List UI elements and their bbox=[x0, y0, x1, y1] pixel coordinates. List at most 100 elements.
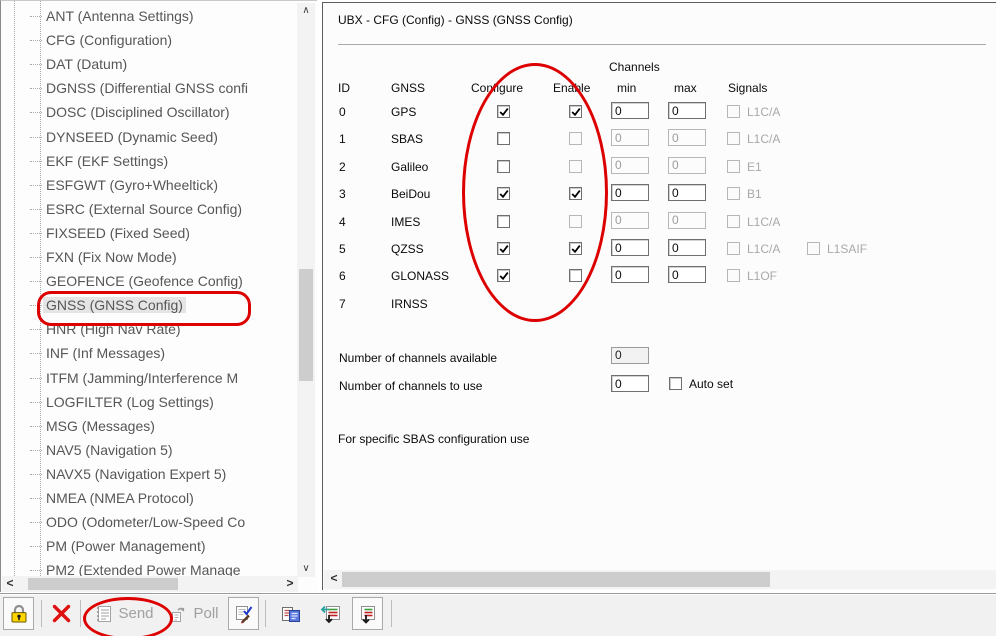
col-header-max: max bbox=[674, 81, 697, 95]
enable-checkbox-galileo bbox=[569, 160, 582, 173]
auto-set-checkbox[interactable] bbox=[669, 377, 682, 390]
toolbar-separator bbox=[391, 600, 392, 627]
enable-checkbox-qzss[interactable] bbox=[569, 242, 582, 255]
tree-item-esfgwt[interactable]: ESFGWT (Gyro+Wheeltick) bbox=[43, 173, 221, 197]
tree-item-odo[interactable]: ODO (Odometer/Low-Speed Co bbox=[43, 510, 248, 534]
customize-messages-button[interactable] bbox=[228, 597, 259, 630]
col-header-signals: Signals bbox=[728, 81, 767, 95]
max-channels-input-qzss[interactable] bbox=[668, 239, 706, 256]
tree-item-esrc[interactable]: ESRC (External Source Config) bbox=[43, 197, 245, 221]
tree-item-fxn[interactable]: FXN (Fix Now Mode) bbox=[43, 245, 180, 269]
signal-checkbox-l1of-glonass bbox=[727, 269, 740, 282]
channels-available-value: 0 bbox=[611, 347, 649, 364]
tree-item-label: LOGFILTER (Log Settings) bbox=[43, 394, 217, 410]
table-panel-icon bbox=[357, 603, 379, 625]
poll-icon bbox=[169, 604, 189, 624]
import-table-button[interactable] bbox=[315, 597, 347, 630]
tree-item-dosc[interactable]: DOSC (Disciplined Oscillator) bbox=[43, 100, 233, 124]
gnss-row-id: 3 bbox=[339, 187, 346, 201]
tree-item-label: DAT (Datum) bbox=[43, 56, 130, 72]
scroll-up-icon[interactable]: ∧ bbox=[297, 3, 315, 19]
min-channels-input-sbas bbox=[611, 129, 649, 146]
toggle-panel-button[interactable] bbox=[352, 597, 383, 630]
tree-vertical-scrollbar[interactable]: ∧ ∨ bbox=[297, 3, 315, 577]
enable-checkbox-imes bbox=[569, 215, 582, 228]
panel-horizontal-scrollbar[interactable]: < bbox=[324, 570, 996, 589]
toolbar-separator bbox=[265, 600, 266, 627]
signal-label: L1C/A bbox=[747, 215, 780, 229]
channels-to-use-input[interactable] bbox=[611, 375, 649, 392]
tree-item-gnss[interactable]: GNSS (GNSS Config) bbox=[43, 293, 186, 317]
scroll-right-icon[interactable]: > bbox=[282, 576, 298, 592]
configure-checkbox-qzss[interactable] bbox=[497, 242, 510, 255]
gnss-row-name: Galileo bbox=[391, 160, 428, 174]
tree-item-dat[interactable]: DAT (Datum) bbox=[43, 52, 130, 76]
copy-messages-button[interactable] bbox=[275, 597, 307, 630]
tree-item-fixseed[interactable]: FIXSEED (Fixed Seed) bbox=[43, 221, 193, 245]
enable-checkbox-beidou[interactable] bbox=[569, 187, 582, 200]
channels-to-use-label: Number of channels to use bbox=[339, 379, 482, 393]
tree-item-nav5[interactable]: NAV5 (Navigation 5) bbox=[43, 438, 176, 462]
scroll-down-icon[interactable]: ∨ bbox=[297, 561, 315, 577]
gnss-row-name: GLONASS bbox=[391, 269, 449, 283]
gnss-row-id: 5 bbox=[339, 242, 346, 256]
lock-button[interactable] bbox=[3, 597, 34, 630]
tree-item-label: NAV5 (Navigation 5) bbox=[43, 442, 176, 458]
scroll-left-icon[interactable]: < bbox=[2, 576, 18, 592]
tree-item-label: ODO (Odometer/Low-Speed Co bbox=[43, 514, 248, 530]
max-channels-input-beidou[interactable] bbox=[668, 184, 706, 201]
min-channels-input-beidou[interactable] bbox=[611, 184, 649, 201]
poll-button[interactable]: Poll bbox=[166, 597, 222, 630]
max-channels-input-glonass[interactable] bbox=[668, 266, 706, 283]
tree-item-label: DGNSS (Differential GNSS confi bbox=[43, 80, 251, 96]
tree-item-dynseed[interactable]: DYNSEED (Dynamic Seed) bbox=[43, 125, 221, 149]
tree-hscroll-thumb[interactable] bbox=[28, 578, 178, 590]
poll-button-label: Poll bbox=[193, 605, 218, 622]
send-button[interactable]: Send bbox=[90, 597, 158, 630]
clear-button[interactable] bbox=[47, 597, 75, 630]
gnss-row-id: 0 bbox=[339, 105, 346, 119]
min-channels-input-qzss[interactable] bbox=[611, 239, 649, 256]
configure-checkbox-imes[interactable] bbox=[497, 215, 510, 228]
min-channels-input-glonass[interactable] bbox=[611, 266, 649, 283]
tree-item-pm2[interactable]: PM2 (Extended Power Manage bbox=[43, 558, 244, 576]
tree-item-label: DOSC (Disciplined Oscillator) bbox=[43, 104, 233, 120]
channels-available-label: Number of channels available bbox=[339, 351, 497, 365]
tree-item-navx5[interactable]: NAVX5 (Navigation Expert 5) bbox=[43, 462, 229, 486]
tree-item-label: PM (Power Management) bbox=[43, 538, 209, 554]
configure-checkbox-gps[interactable] bbox=[497, 105, 510, 118]
min-channels-input-gps[interactable] bbox=[611, 102, 649, 119]
signal-label: L1OF bbox=[747, 269, 777, 283]
tree-item-inf[interactable]: INF (Inf Messages) bbox=[43, 341, 168, 365]
tree-item-logfilter[interactable]: LOGFILTER (Log Settings) bbox=[43, 390, 217, 414]
configure-checkbox-galileo[interactable] bbox=[497, 160, 510, 173]
configure-checkbox-beidou[interactable] bbox=[497, 187, 510, 200]
signal-checkbox-b1-beidou bbox=[727, 187, 740, 200]
scroll-left-icon[interactable]: < bbox=[326, 571, 342, 587]
tree-item-pm[interactable]: PM (Power Management) bbox=[43, 534, 209, 558]
tree-vscroll-thumb[interactable] bbox=[299, 269, 313, 381]
tree-item-ant[interactable]: ANT (Antenna Settings) bbox=[43, 4, 197, 28]
message-tree-panel: ANT (Antenna Settings)CFG (Configuration… bbox=[0, 0, 317, 592]
tree-item-ekf[interactable]: EKF (EKF Settings) bbox=[43, 149, 171, 173]
copy-icon bbox=[279, 603, 303, 625]
gnss-row-name: IMES bbox=[391, 215, 420, 229]
gnss-row-name: QZSS bbox=[391, 242, 424, 256]
tree-list: ANT (Antenna Settings)CFG (Configuration… bbox=[1, 1, 293, 576]
tree-item-cfg[interactable]: CFG (Configuration) bbox=[43, 28, 175, 52]
tree-horizontal-scrollbar[interactable]: < > bbox=[2, 576, 298, 592]
panel-hscroll-thumb[interactable] bbox=[342, 572, 770, 587]
tree-item-geofence[interactable]: GEOFENCE (Geofence Config) bbox=[43, 269, 246, 293]
tree-item-msg[interactable]: MSG (Messages) bbox=[43, 414, 158, 438]
configure-checkbox-glonass[interactable] bbox=[497, 269, 510, 282]
enable-checkbox-gps[interactable] bbox=[569, 105, 582, 118]
tree-item-nmea[interactable]: NMEA (NMEA Protocol) bbox=[43, 486, 197, 510]
configure-checkbox-sbas[interactable] bbox=[497, 132, 510, 145]
enable-checkbox-glonass[interactable] bbox=[569, 269, 582, 282]
tree-item-dgnss[interactable]: DGNSS (Differential GNSS confi bbox=[43, 76, 251, 100]
tree-item-itfm[interactable]: ITFM (Jamming/Interference M bbox=[43, 366, 241, 390]
max-channels-input-gps[interactable] bbox=[668, 102, 706, 119]
tree-item-hnr[interactable]: HNR (High Nav Rate) bbox=[43, 317, 184, 341]
tree-item-label: NAVX5 (Navigation Expert 5) bbox=[43, 466, 229, 482]
min-channels-input-imes bbox=[611, 212, 649, 229]
